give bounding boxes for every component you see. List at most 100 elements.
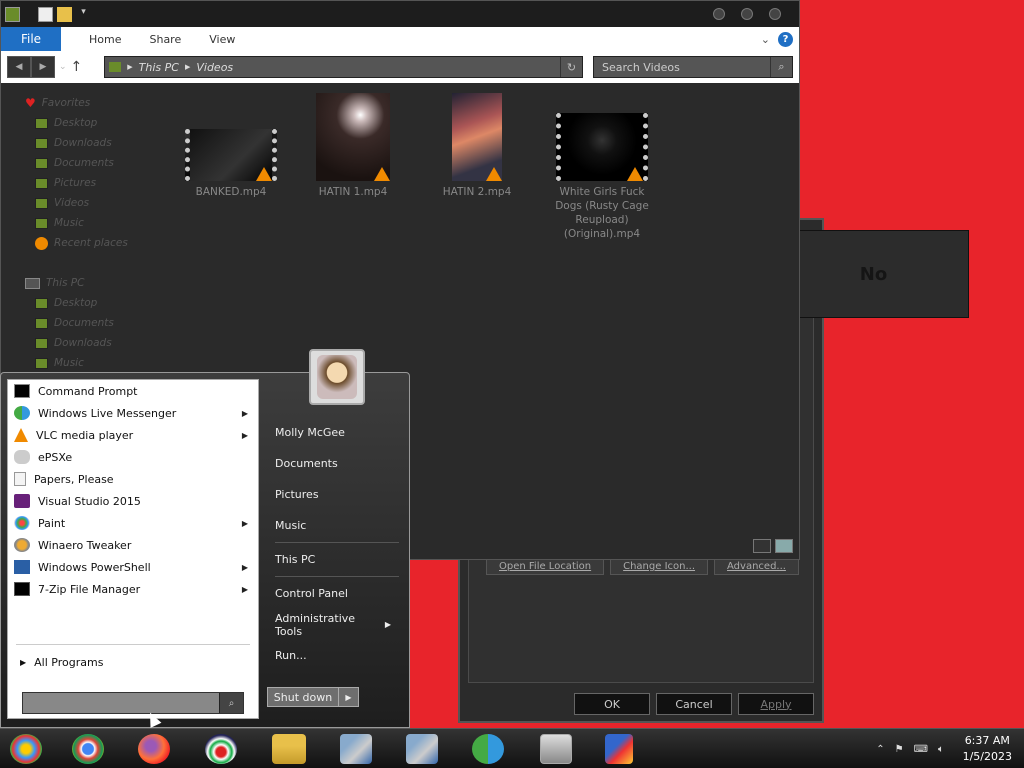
- vlc-icon: [14, 428, 28, 442]
- nav-item-pc-downloads[interactable]: Downloads: [1, 333, 181, 353]
- nav-item-recent-places[interactable]: Recent places: [1, 233, 181, 253]
- nav-label: Desktop: [54, 297, 98, 309]
- apply-button[interactable]: Apply: [738, 693, 814, 715]
- nav-item-pc-music[interactable]: Music: [1, 353, 181, 373]
- title-bar: ▾: [1, 1, 799, 27]
- nav-item-pc-desktop[interactable]: Desktop: [1, 293, 181, 313]
- performance-monitor-icon[interactable]: [540, 734, 572, 764]
- up-arrow-icon[interactable]: ↑: [71, 59, 83, 75]
- shutdown-button[interactable]: Shut down: [267, 687, 339, 707]
- search-input[interactable]: Search Videos: [602, 61, 680, 74]
- paint-app-icon[interactable]: [605, 734, 633, 764]
- place-documents[interactable]: Documents: [269, 448, 405, 479]
- nav-favorites[interactable]: ♥ Favorites: [1, 93, 181, 113]
- chrome-icon[interactable]: [72, 734, 104, 764]
- address-bar[interactable]: ▶ This PC ▶ Videos ↻: [104, 56, 583, 78]
- nav-item-pictures[interactable]: Pictures: [1, 173, 181, 193]
- minimize-button[interactable]: [713, 8, 725, 20]
- downloads-icon: [35, 137, 48, 149]
- program-7zip[interactable]: 7-Zip File Manager ▶: [8, 578, 258, 600]
- shutdown-options-button[interactable]: ▶: [339, 687, 359, 707]
- maximize-button[interactable]: [741, 8, 753, 20]
- search-icon[interactable]: ⌕: [770, 57, 792, 77]
- speaker-icon[interactable]: 🔈︎: [938, 744, 944, 755]
- program-winaero-tweaker[interactable]: Winaero Tweaker: [8, 534, 258, 556]
- place-administrative-tools[interactable]: Administrative Tools ▶: [269, 609, 405, 640]
- breadcrumb-videos[interactable]: Videos: [196, 61, 233, 74]
- shutdown-group: Shut down ▶: [267, 687, 359, 707]
- tab-home[interactable]: Home: [89, 33, 121, 46]
- network-icon[interactable]: ⌨: [914, 744, 928, 755]
- nav-item-downloads[interactable]: Downloads: [1, 133, 181, 153]
- nav-this-pc[interactable]: This PC: [1, 273, 181, 293]
- tab-share[interactable]: Share: [149, 33, 181, 46]
- file-item[interactable]: HATIN 1.mp4: [298, 93, 408, 199]
- change-icon-button[interactable]: Change Icon...: [610, 558, 709, 575]
- nav-item-pc-documents[interactable]: Documents: [1, 313, 181, 333]
- program-epsxe[interactable]: ePSXe: [8, 446, 258, 468]
- properties-icon[interactable]: [38, 6, 53, 22]
- chevron-up-icon[interactable]: ⌃: [876, 744, 884, 755]
- help-icon[interactable]: ?: [778, 31, 793, 47]
- network-users-icon[interactable]: [472, 734, 504, 764]
- search-icon[interactable]: ⌕: [219, 693, 243, 713]
- clock-icon: [35, 236, 48, 250]
- place-music[interactable]: Music: [269, 510, 405, 541]
- obama-logo-icon[interactable]: [205, 734, 237, 764]
- program-command-prompt[interactable]: Command Prompt: [8, 380, 258, 402]
- open-file-location-button[interactable]: Open File Location: [486, 558, 605, 575]
- chevron-down-icon[interactable]: ▾: [76, 7, 91, 22]
- place-run[interactable]: Run...: [269, 640, 405, 671]
- program-vlc[interactable]: VLC media player ▶: [8, 424, 258, 446]
- flag-icon[interactable]: ⚑: [895, 744, 904, 755]
- close-button[interactable]: [769, 8, 781, 20]
- file-item[interactable]: BANKED.mp4: [176, 129, 286, 199]
- start-search-input[interactable]: ⌕: [22, 692, 244, 714]
- recent-locations-icon[interactable]: ⌄: [59, 62, 67, 72]
- explorer-app-icon: [5, 6, 20, 22]
- chevron-down-icon[interactable]: ⌄: [761, 33, 770, 46]
- file-item[interactable]: White Girls Fuck Dogs (Rusty Cage Reuplo…: [547, 113, 657, 241]
- place-this-pc[interactable]: This PC: [269, 544, 405, 575]
- clock[interactable]: 6:37 AM 1/5/2023: [963, 733, 1012, 765]
- program-powershell[interactable]: Windows PowerShell ▶: [8, 556, 258, 578]
- nav-item-documents[interactable]: Documents: [1, 153, 181, 173]
- no-button[interactable]: No: [778, 230, 969, 318]
- place-user[interactable]: Molly McGee: [269, 417, 405, 448]
- clock-time: 6:37 AM: [964, 734, 1010, 747]
- remote-desktop-icon[interactable]: [340, 734, 372, 764]
- breadcrumb-this-pc[interactable]: This PC: [139, 61, 179, 74]
- place-pictures[interactable]: Pictures: [269, 479, 405, 510]
- place-control-panel[interactable]: Control Panel: [269, 578, 405, 609]
- program-papers-please[interactable]: Papers, Please: [8, 468, 258, 490]
- back-button[interactable]: ◀: [7, 56, 31, 78]
- cancel-button[interactable]: Cancel: [656, 693, 732, 715]
- remote-desktop-icon[interactable]: [406, 734, 438, 764]
- advanced-button[interactable]: Advanced...: [714, 558, 799, 575]
- forward-button[interactable]: ▶: [31, 56, 55, 78]
- details-view-icon[interactable]: [753, 539, 771, 553]
- firefox-icon[interactable]: [138, 734, 170, 764]
- program-paint[interactable]: Paint ▶: [8, 512, 258, 534]
- nav-item-desktop[interactable]: Desktop: [1, 113, 181, 133]
- file-name: HATIN 2.mp4: [442, 186, 512, 198]
- music-icon: [35, 357, 48, 369]
- new-folder-icon[interactable]: [57, 6, 72, 22]
- file-explorer-icon[interactable]: [272, 734, 306, 764]
- user-avatar[interactable]: [309, 349, 365, 405]
- nav-item-music[interactable]: Music: [1, 213, 181, 233]
- file-item[interactable]: HATIN 2.mp4: [422, 93, 532, 199]
- tab-view[interactable]: View: [209, 33, 235, 46]
- refresh-icon[interactable]: ↻: [560, 57, 582, 77]
- large-icons-view-icon[interactable]: [775, 539, 793, 553]
- start-button[interactable]: [10, 734, 42, 764]
- ok-button[interactable]: OK: [574, 693, 650, 715]
- search-box[interactable]: Search Videos ⌕: [593, 56, 793, 78]
- program-windows-live-messenger[interactable]: Windows Live Messenger ▶: [8, 402, 258, 424]
- program-visual-studio[interactable]: Visual Studio 2015: [8, 490, 258, 512]
- all-programs-button[interactable]: ▶ All Programs: [20, 656, 103, 669]
- nav-item-videos[interactable]: Videos: [1, 193, 181, 213]
- tab-file[interactable]: File: [1, 27, 61, 51]
- desktop-icon: [35, 117, 48, 129]
- submenu-arrow-icon: ▶: [241, 584, 248, 594]
